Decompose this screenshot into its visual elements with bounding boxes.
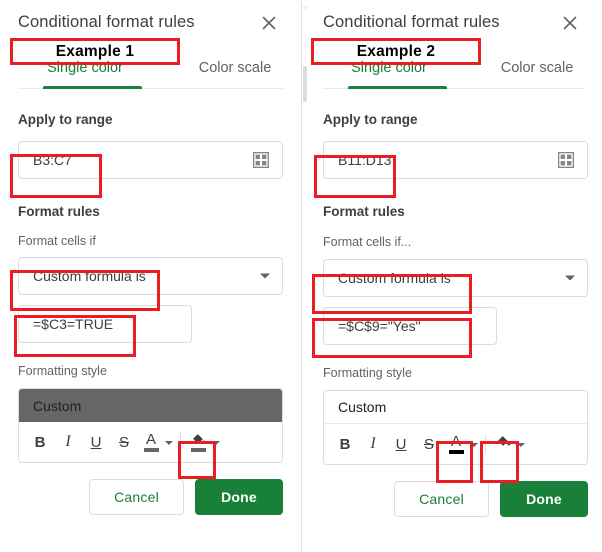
grid-picker-icon[interactable] bbox=[252, 151, 270, 168]
fill-color-swatch bbox=[495, 450, 511, 454]
grid-picker-icon[interactable] bbox=[557, 151, 575, 168]
text-color-group: A bbox=[444, 427, 480, 461]
text-color-swatch bbox=[143, 448, 159, 452]
chevron-down-icon bbox=[260, 273, 270, 278]
toolbar-divider bbox=[180, 432, 181, 452]
condition-select-value: Custom formula is bbox=[338, 269, 451, 286]
active-tab-underline bbox=[43, 86, 142, 89]
custom-formula-value: =$C3=TRUE bbox=[33, 315, 114, 332]
bold-button[interactable]: B bbox=[332, 430, 358, 458]
custom-formula-value: =$C$9="Yes" bbox=[338, 317, 421, 334]
range-input[interactable]: B11:D13 bbox=[323, 140, 588, 179]
formatting-style-panel: Custom B I U S A bbox=[323, 390, 588, 465]
formatting-style-label: Formatting style bbox=[323, 365, 412, 380]
format-rules-heading: Format rules bbox=[18, 203, 100, 219]
close-icon[interactable] bbox=[558, 11, 582, 35]
underline-button[interactable]: U bbox=[388, 430, 414, 458]
text-color-icon[interactable]: A bbox=[141, 432, 161, 452]
apply-to-range-field: B11:D13 bbox=[323, 140, 588, 179]
range-input-value: B3:C7 bbox=[33, 151, 72, 168]
page-title: Conditional format rules bbox=[323, 12, 500, 31]
format-rules-heading: Format rules bbox=[323, 203, 405, 219]
condition-select-value: Custom formula is bbox=[33, 267, 146, 284]
strikethrough-button[interactable]: S bbox=[111, 428, 137, 456]
condition-select[interactable]: Custom formula is bbox=[323, 258, 588, 297]
callout-label: Example 2 bbox=[356, 42, 436, 60]
range-input-value: B11:D13 bbox=[338, 151, 392, 168]
done-button[interactable]: Done bbox=[195, 479, 283, 515]
dialog-actions: Cancel Done bbox=[18, 479, 283, 515]
cancel-button[interactable]: Cancel bbox=[89, 479, 184, 515]
apply-to-range-field: B3:C7 bbox=[18, 140, 283, 179]
callout-label: Example 1 bbox=[55, 42, 135, 60]
text-color-icon[interactable]: A bbox=[446, 434, 466, 454]
fill-color-swatch bbox=[190, 448, 206, 452]
apply-to-range-label: Apply to range bbox=[18, 112, 113, 127]
bold-button[interactable]: B bbox=[27, 428, 53, 456]
tab-color-scale[interactable]: Color scale bbox=[187, 44, 283, 76]
custom-formula-input[interactable]: =$C$9="Yes" bbox=[323, 306, 497, 345]
text-color-chevron-down-icon[interactable] bbox=[470, 443, 478, 447]
formatting-style-label: Formatting style bbox=[18, 363, 107, 378]
italic-button[interactable]: I bbox=[55, 428, 81, 456]
text-color-swatch bbox=[448, 450, 464, 454]
style-preview: Custom bbox=[324, 391, 587, 424]
format-cells-if-label: Format cells if bbox=[18, 234, 96, 248]
toolbar-divider bbox=[485, 434, 486, 454]
fill-color-chevron-down-icon[interactable] bbox=[212, 441, 220, 445]
fill-color-icon[interactable] bbox=[493, 434, 513, 454]
screenshot-root: Conditional format rules Single color Co… bbox=[0, 0, 602, 552]
format-cells-if-label: Format cells if... bbox=[323, 235, 412, 249]
custom-formula-input[interactable]: =$C3=TRUE bbox=[18, 304, 192, 343]
text-color-chevron-down-icon[interactable] bbox=[165, 441, 173, 445]
formatting-style-panel: Custom B I U S A bbox=[18, 388, 283, 463]
cancel-button[interactable]: Cancel bbox=[394, 481, 489, 517]
style-preview: Custom bbox=[19, 389, 282, 422]
dialog-actions: Cancel Done bbox=[323, 481, 588, 517]
strikethrough-button[interactable]: S bbox=[416, 430, 442, 458]
fill-color-group bbox=[186, 425, 222, 459]
done-button[interactable]: Done bbox=[500, 481, 588, 517]
fill-color-group bbox=[491, 427, 527, 461]
underline-button[interactable]: U bbox=[83, 428, 109, 456]
range-input[interactable]: B3:C7 bbox=[18, 140, 283, 179]
conditional-format-panel-example-1: Conditional format rules Single color Co… bbox=[0, 0, 301, 552]
apply-to-range-label: Apply to range bbox=[323, 112, 418, 127]
fill-color-icon[interactable] bbox=[188, 432, 208, 452]
callout-example-1: Example 1 bbox=[10, 38, 180, 65]
fill-color-chevron-down-icon[interactable] bbox=[517, 443, 525, 447]
tab-color-scale[interactable]: Color scale bbox=[490, 44, 584, 76]
conditional-format-panel-example-2: Conditional format rules Single color Co… bbox=[301, 0, 602, 552]
page-title: Conditional format rules bbox=[18, 12, 195, 31]
callout-example-2: Example 2 bbox=[311, 38, 481, 65]
style-preview-text: Custom bbox=[338, 399, 387, 415]
close-icon[interactable] bbox=[257, 11, 281, 35]
text-color-group: A bbox=[139, 425, 175, 459]
chevron-down-icon bbox=[565, 275, 575, 280]
style-toolbar: B I U S A bbox=[324, 424, 587, 464]
condition-select[interactable]: Custom formula is bbox=[18, 256, 283, 295]
active-tab-underline bbox=[348, 86, 447, 89]
style-toolbar: B I U S A bbox=[19, 422, 282, 462]
style-preview-text: Custom bbox=[33, 397, 82, 414]
italic-button[interactable]: I bbox=[360, 430, 386, 458]
